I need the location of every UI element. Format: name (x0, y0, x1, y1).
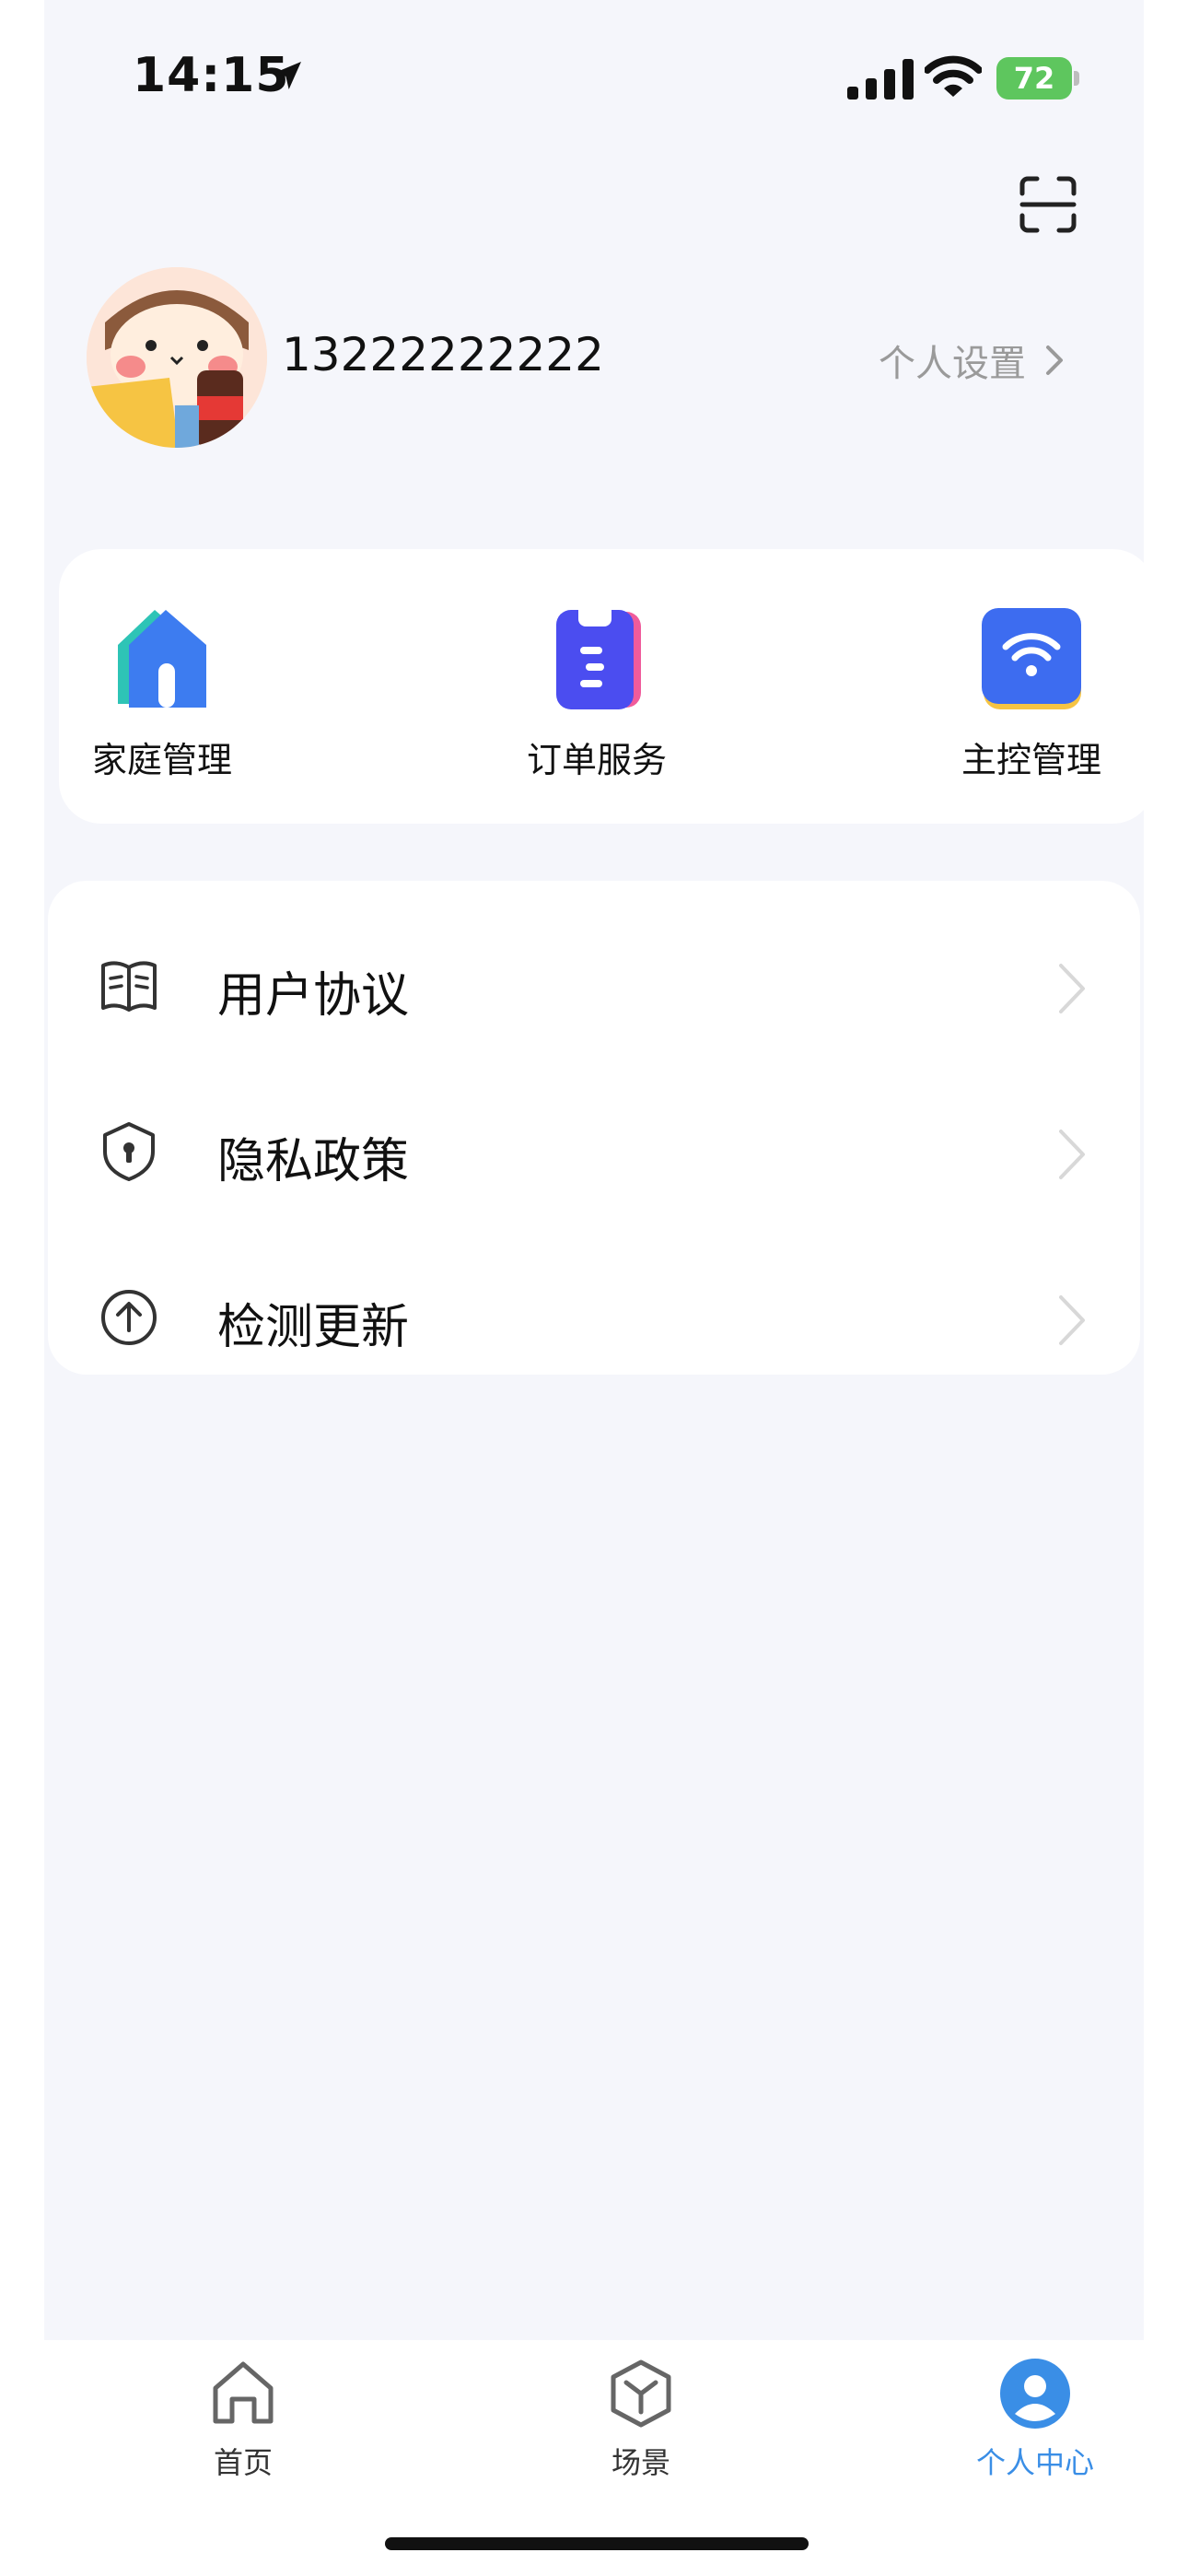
chevron-right-icon (1059, 1295, 1085, 1345)
chevron-right-icon (1046, 345, 1063, 375)
personal-settings-link[interactable]: 个人设置 (879, 334, 1068, 387)
home-manage-icon (118, 610, 206, 708)
home-icon (213, 2361, 274, 2424)
wifi-status-icon (925, 55, 982, 97)
menu-item-user-agreement[interactable]: 用户协议 (48, 914, 1140, 1052)
tab-home[interactable]: 首页 (151, 2357, 335, 2482)
chevron-right-icon (1059, 1130, 1085, 1179)
menu-item-label: 用户协议 (217, 968, 410, 1024)
user-icon (1000, 2359, 1070, 2429)
menu-item-privacy-policy[interactable]: 隐私政策 (48, 1080, 1140, 1218)
status-time: 14:15 (133, 48, 290, 103)
scan-icon[interactable] (1019, 175, 1077, 234)
home-indicator[interactable] (385, 2537, 809, 2550)
user-phone-number: 13222222222 (282, 328, 604, 381)
quick-actions-card: 家庭管理 订单服务 主控管理 (59, 549, 1144, 824)
avatar[interactable] (87, 267, 267, 448)
quick-action-home-management[interactable]: 家庭管理 (70, 604, 254, 782)
book-icon (101, 961, 157, 1012)
order-clipboard-icon (556, 610, 641, 709)
profile-screen: 14:15 72 13222222222 个人设置 家庭管理 订单服务 主控管理… (44, 0, 1144, 2576)
menu-item-label: 隐私政策 (217, 1134, 410, 1189)
avatar-illustration (87, 267, 267, 448)
quick-action-label: 主控管理 (961, 740, 1101, 780)
menu-item-check-update[interactable]: 检测更新 (48, 1246, 1140, 1384)
personal-settings-label: 个人设置 (879, 343, 1026, 385)
quick-action-hub-management[interactable]: 主控管理 (939, 604, 1124, 782)
battery-level: 72 (996, 57, 1072, 100)
tab-label: 场景 (611, 2445, 670, 2480)
tab-scene[interactable]: 场景 (549, 2357, 733, 2482)
settings-menu-card: 用户协议 隐私政策 检测更新 (48, 881, 1140, 1375)
chevron-right-icon (1059, 964, 1085, 1013)
cellular-signal-icon (847, 59, 914, 100)
quick-action-label: 家庭管理 (91, 740, 232, 780)
tab-label: 个人中心 (975, 2445, 1094, 2480)
tab-label: 首页 (213, 2445, 273, 2480)
battery-indicator: 72 (996, 57, 1081, 100)
upload-arrow-icon (101, 1290, 157, 1345)
battery-tip (1074, 71, 1079, 86)
shield-icon (103, 1122, 155, 1181)
wifi-hub-icon (982, 608, 1081, 709)
quick-action-order-service[interactable]: 订单服务 (505, 604, 689, 782)
cube-icon (611, 2359, 671, 2428)
menu-item-label: 检测更新 (217, 1300, 410, 1355)
quick-action-label: 订单服务 (526, 740, 667, 780)
tab-personal-center[interactable]: 个人中心 (943, 2357, 1127, 2482)
location-arrow-icon (274, 62, 301, 89)
